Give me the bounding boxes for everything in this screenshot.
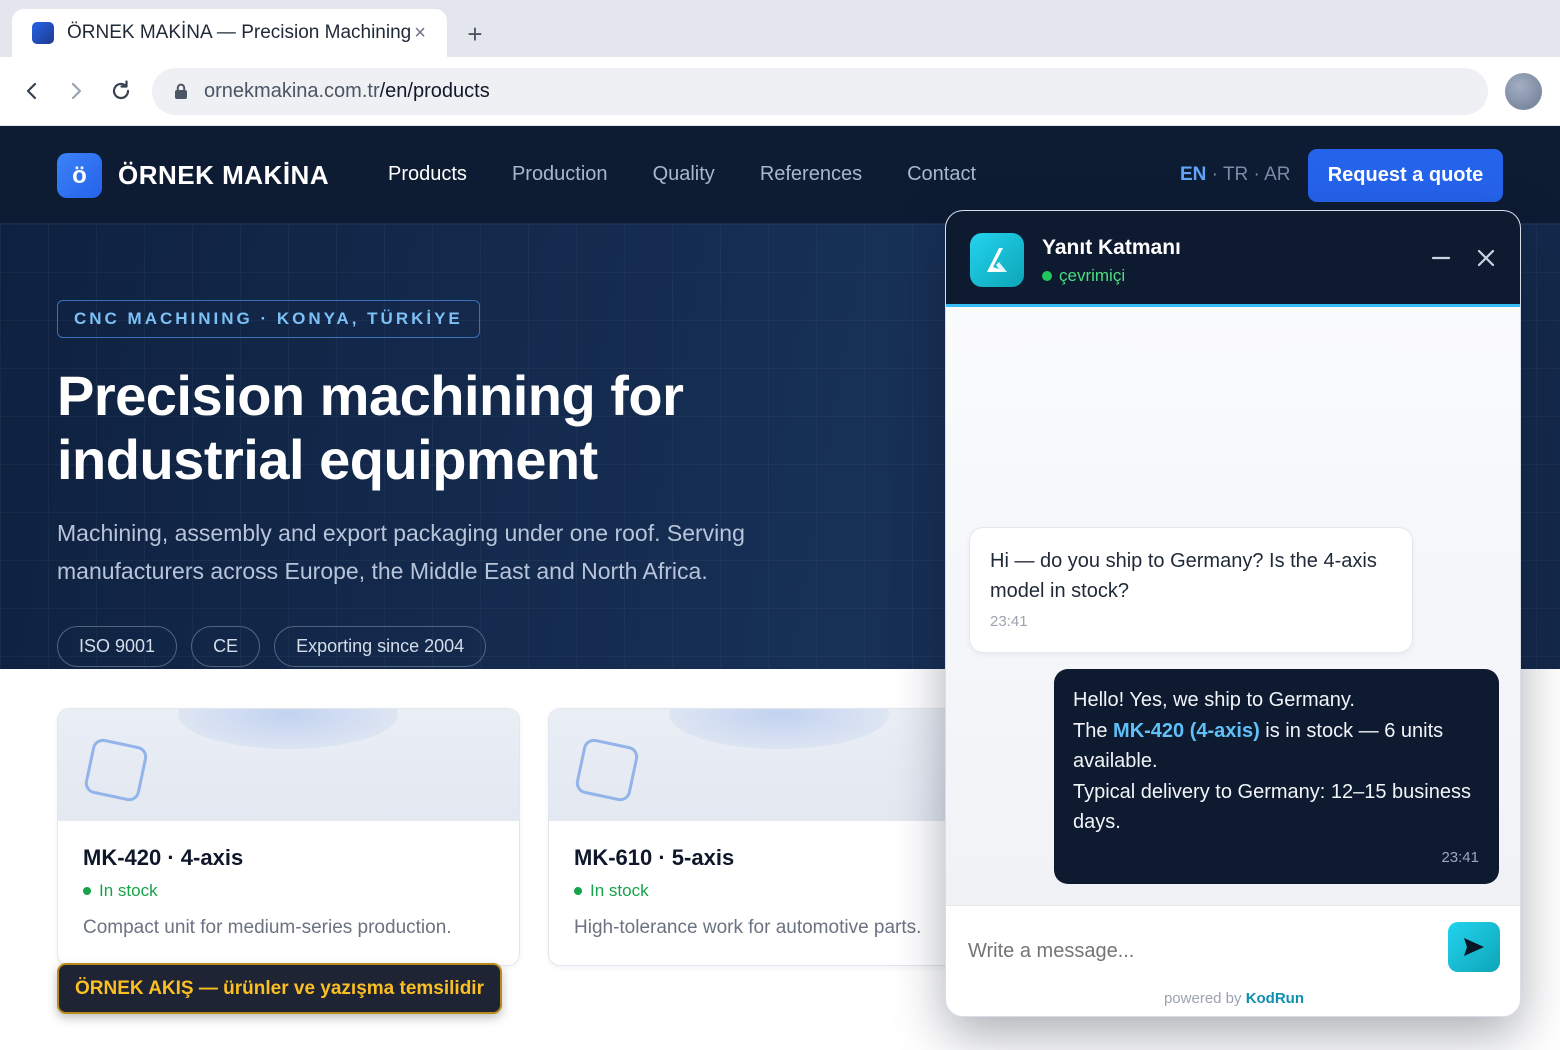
incoming-message-text: Hi — do you ship to Germany? Is the 4-ax… — [990, 550, 1377, 602]
stock-label: In stock — [99, 881, 158, 900]
stock-status: In stock — [574, 881, 649, 901]
url-path: /en/products — [379, 80, 490, 102]
product-placeholder-icon — [573, 736, 641, 804]
nav-item-products[interactable]: Products — [388, 163, 467, 186]
lock-icon — [175, 83, 187, 99]
reply-line-2-prefix: The — [1073, 719, 1114, 742]
product-image — [58, 709, 519, 821]
nav-item-production[interactable]: Production — [512, 163, 608, 186]
nav-item-references[interactable]: References — [760, 163, 862, 186]
chat-header: Yanıt Katmanı çevrimiçi — [946, 211, 1520, 307]
lang-others[interactable]: · TR · AR — [1206, 164, 1291, 185]
tab-title: ÖRNEK MAKİNA — Precision Machining — [67, 22, 412, 43]
chat-status-label: çevrimiçi — [1059, 266, 1126, 285]
incoming-message-time: 23:41 — [990, 613, 1028, 630]
demo-notice-badge: ÖRNEK AKIŞ — ürünler ve yazışma temsilid… — [57, 963, 502, 1014]
stock-dot-icon — [574, 887, 582, 895]
send-button[interactable] — [1448, 922, 1500, 972]
forward-button[interactable] — [61, 76, 91, 106]
hero-title: Precision machining for industrial equip… — [57, 364, 684, 491]
browser-tab[interactable]: ÖRNEK MAKİNA — Precision Machining × — [12, 9, 447, 57]
hero-subtitle: Machining, assembly and export packaging… — [57, 520, 745, 584]
browser-toolbar: ornekmakina.com.tr/en/products — [0, 57, 1560, 126]
stock-status: In stock — [83, 881, 158, 901]
lang-current[interactable]: EN — [1180, 164, 1206, 185]
chat-agent-avatar — [970, 233, 1024, 287]
stock-dot-icon — [83, 887, 91, 895]
powered-by-brand[interactable]: KodRun — [1246, 990, 1304, 1007]
outgoing-message-text: Hello! Yes, we ship to Germany. The MK-4… — [1073, 685, 1480, 838]
product-placeholder-icon — [82, 736, 150, 804]
badge-exporting: Exporting since 2004 — [274, 626, 487, 667]
url-text: ornekmakina.com.tr/en/products — [204, 80, 490, 103]
logo-mark[interactable]: ö — [57, 153, 102, 198]
send-icon — [1464, 938, 1484, 956]
product-description: Compact unit for medium-series productio… — [83, 917, 452, 938]
online-dot-icon — [1042, 271, 1052, 281]
chat-close-button[interactable] — [1473, 245, 1499, 271]
incoming-message: Hi — do you ship to Germany? Is the 4-ax… — [969, 527, 1413, 653]
product-image — [549, 709, 1010, 821]
outgoing-message: Hello! Yes, we ship to Germany. The MK-4… — [1054, 669, 1499, 884]
badge-iso: ISO 9001 — [57, 626, 178, 667]
chat-messages: Hi — do you ship to Germany? Is the 4-ax… — [946, 307, 1520, 905]
back-button[interactable] — [17, 76, 47, 106]
main-nav: Products Production Quality References C… — [388, 163, 976, 186]
powered-by-prefix: powered by — [1163, 990, 1246, 1007]
chat-composer: powered by KodRun — [946, 905, 1520, 1016]
outgoing-message-time: 23:41 — [1441, 849, 1479, 866]
arrow-left-icon — [26, 82, 37, 100]
product-title[interactable]: MK-420 · 4-axis — [83, 845, 243, 871]
product-card[interactable]: MK-610 · 5-axis In stock High-tolerance … — [548, 708, 1011, 966]
powered-by: powered by KodRun — [946, 990, 1520, 1007]
stock-label: In stock — [590, 881, 649, 900]
chat-minimize-button[interactable] — [1428, 245, 1454, 271]
arrow-right-icon — [71, 82, 82, 100]
badge-ce: CE — [191, 626, 261, 667]
message-input[interactable] — [968, 936, 1428, 966]
reload-button[interactable] — [106, 76, 136, 106]
close-icon — [1477, 249, 1495, 267]
profile-avatar[interactable] — [1505, 73, 1542, 110]
request-quote-button[interactable]: Request a quote — [1308, 149, 1503, 202]
hero-eyebrow: CNC MACHINING · KONYA, TÜRKİYE — [57, 300, 480, 338]
product-title[interactable]: MK-610 · 5-axis — [574, 845, 734, 871]
minimize-icon — [1431, 256, 1451, 260]
agent-logo-icon — [987, 248, 1007, 272]
product-description: High-tolerance work for automotive parts… — [574, 917, 922, 938]
new-tab-button[interactable]: + — [462, 17, 488, 51]
certification-badges: ISO 9001 CE Exporting since 2004 — [57, 626, 487, 667]
logo-text[interactable]: ÖRNEK MAKİNA — [118, 160, 329, 191]
reply-line-1: Hello! Yes, we ship to Germany. — [1073, 689, 1355, 711]
chat-agent-name: Yanıt Katmanı — [1042, 236, 1181, 259]
site-favicon-icon — [32, 22, 54, 44]
product-link[interactable]: MK-420 (4-axis) — [1113, 720, 1260, 742]
language-switcher[interactable]: EN · TR · AR — [1180, 164, 1291, 186]
browser-tab-strip: ÖRNEK MAKİNA — Precision Machining × + — [0, 0, 1560, 57]
url-host: ornekmakina.com.tr — [204, 80, 380, 102]
address-bar[interactable]: ornekmakina.com.tr/en/products — [152, 68, 1488, 115]
nav-item-contact[interactable]: Contact — [907, 163, 976, 186]
chat-widget: Yanıt Katmanı çevrimiçi Hi — do you ship… — [945, 210, 1521, 1017]
chat-status: çevrimiçi — [1042, 266, 1125, 286]
nav-item-quality[interactable]: Quality — [653, 163, 715, 186]
reload-icon — [112, 80, 130, 100]
product-card[interactable]: MK-420 · 4-axis In stock Compact unit fo… — [57, 708, 520, 966]
reply-line-3: Typical delivery to Germany: 12–15 busin… — [1073, 780, 1471, 834]
tab-close-button[interactable]: × — [411, 22, 429, 45]
